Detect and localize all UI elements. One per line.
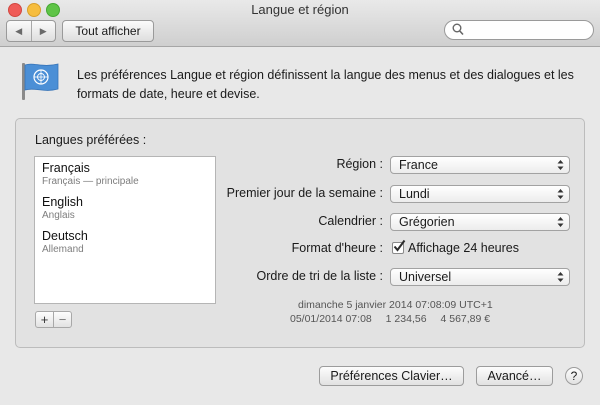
language-name: Français (42, 161, 90, 175)
calendar-popup[interactable]: Grégorien (390, 213, 570, 231)
preferences-window: Langue et région ◀ ▶ Tout afficher Les p… (0, 0, 600, 405)
un-flag-icon (18, 61, 62, 106)
calendar-value: Grégorien (399, 215, 455, 229)
24-hour-checkbox-label[interactable]: Affichage 24 heures (408, 241, 519, 255)
keyboard-preferences-button[interactable]: Préférences Clavier… (319, 366, 464, 386)
short-date-sample: 05/01/2014 07:08 (290, 313, 372, 325)
region-value: France (399, 158, 438, 172)
advanced-button[interactable]: Avancé… (476, 366, 553, 386)
show-all-button[interactable]: Tout afficher (62, 20, 154, 42)
forward-button[interactable]: ▶ (32, 21, 56, 41)
first-day-label: Premier jour de la semaine : (226, 186, 383, 200)
search-field[interactable] (444, 20, 594, 40)
24-hour-checkbox[interactable] (392, 239, 406, 254)
help-button[interactable]: ? (565, 367, 583, 385)
up-down-arrows-icon (557, 159, 564, 174)
date-format-sample: dimanche 5 janvier 2014 07:08:09 UTC+1 (298, 299, 493, 311)
language-name: Deutsch (42, 229, 88, 243)
language-subtitle: Allemand (42, 244, 84, 255)
window-title: Langue et région (251, 2, 349, 17)
format-samples-row: 05/01/2014 07:08 1 234,56 4 567,89 € (290, 313, 501, 325)
search-input[interactable] (467, 22, 591, 40)
title-bar: Langue et région ◀ ▶ Tout afficher (0, 0, 600, 47)
checkmark-icon (393, 239, 406, 252)
list-item-language[interactable]: Deutsch Allemand (42, 229, 88, 256)
time-format-label: Format d'heure : (291, 241, 383, 255)
navigation-buttons: ◀ ▶ (6, 20, 56, 42)
search-icon (452, 23, 464, 41)
up-down-arrows-icon (557, 188, 564, 203)
up-down-arrows-icon (557, 216, 564, 231)
up-down-arrows-icon (557, 271, 564, 286)
sort-order-popup[interactable]: Universel (390, 268, 570, 286)
list-item-language[interactable]: English Anglais (42, 195, 83, 222)
language-subtitle: Anglais (42, 210, 75, 221)
sort-order-label: Ordre de tri de la liste : (256, 269, 383, 283)
language-subtitle: Français — principale (42, 176, 139, 187)
back-button[interactable]: ◀ (7, 21, 32, 41)
calendar-label: Calendrier : (318, 214, 383, 228)
add-language-button[interactable]: + (35, 311, 54, 328)
list-item-language[interactable]: Français Français — principale (42, 161, 139, 188)
preferred-languages-list[interactable]: Français Français — principale English A… (34, 156, 216, 304)
first-day-value: Lundi (399, 187, 430, 201)
remove-language-button[interactable]: − (53, 311, 72, 328)
language-name: English (42, 195, 83, 209)
preferred-languages-label: Langues préférées : (35, 133, 147, 147)
number-sample: 1 234,56 (385, 313, 427, 325)
pane-description: Les préférences Langue et région définis… (77, 68, 574, 101)
currency-sample: 4 567,89 € (440, 313, 491, 325)
sort-order-value: Universel (399, 270, 452, 284)
region-label: Région : (336, 157, 383, 171)
first-day-popup[interactable]: Lundi (390, 185, 570, 203)
region-popup[interactable]: France (390, 156, 570, 174)
